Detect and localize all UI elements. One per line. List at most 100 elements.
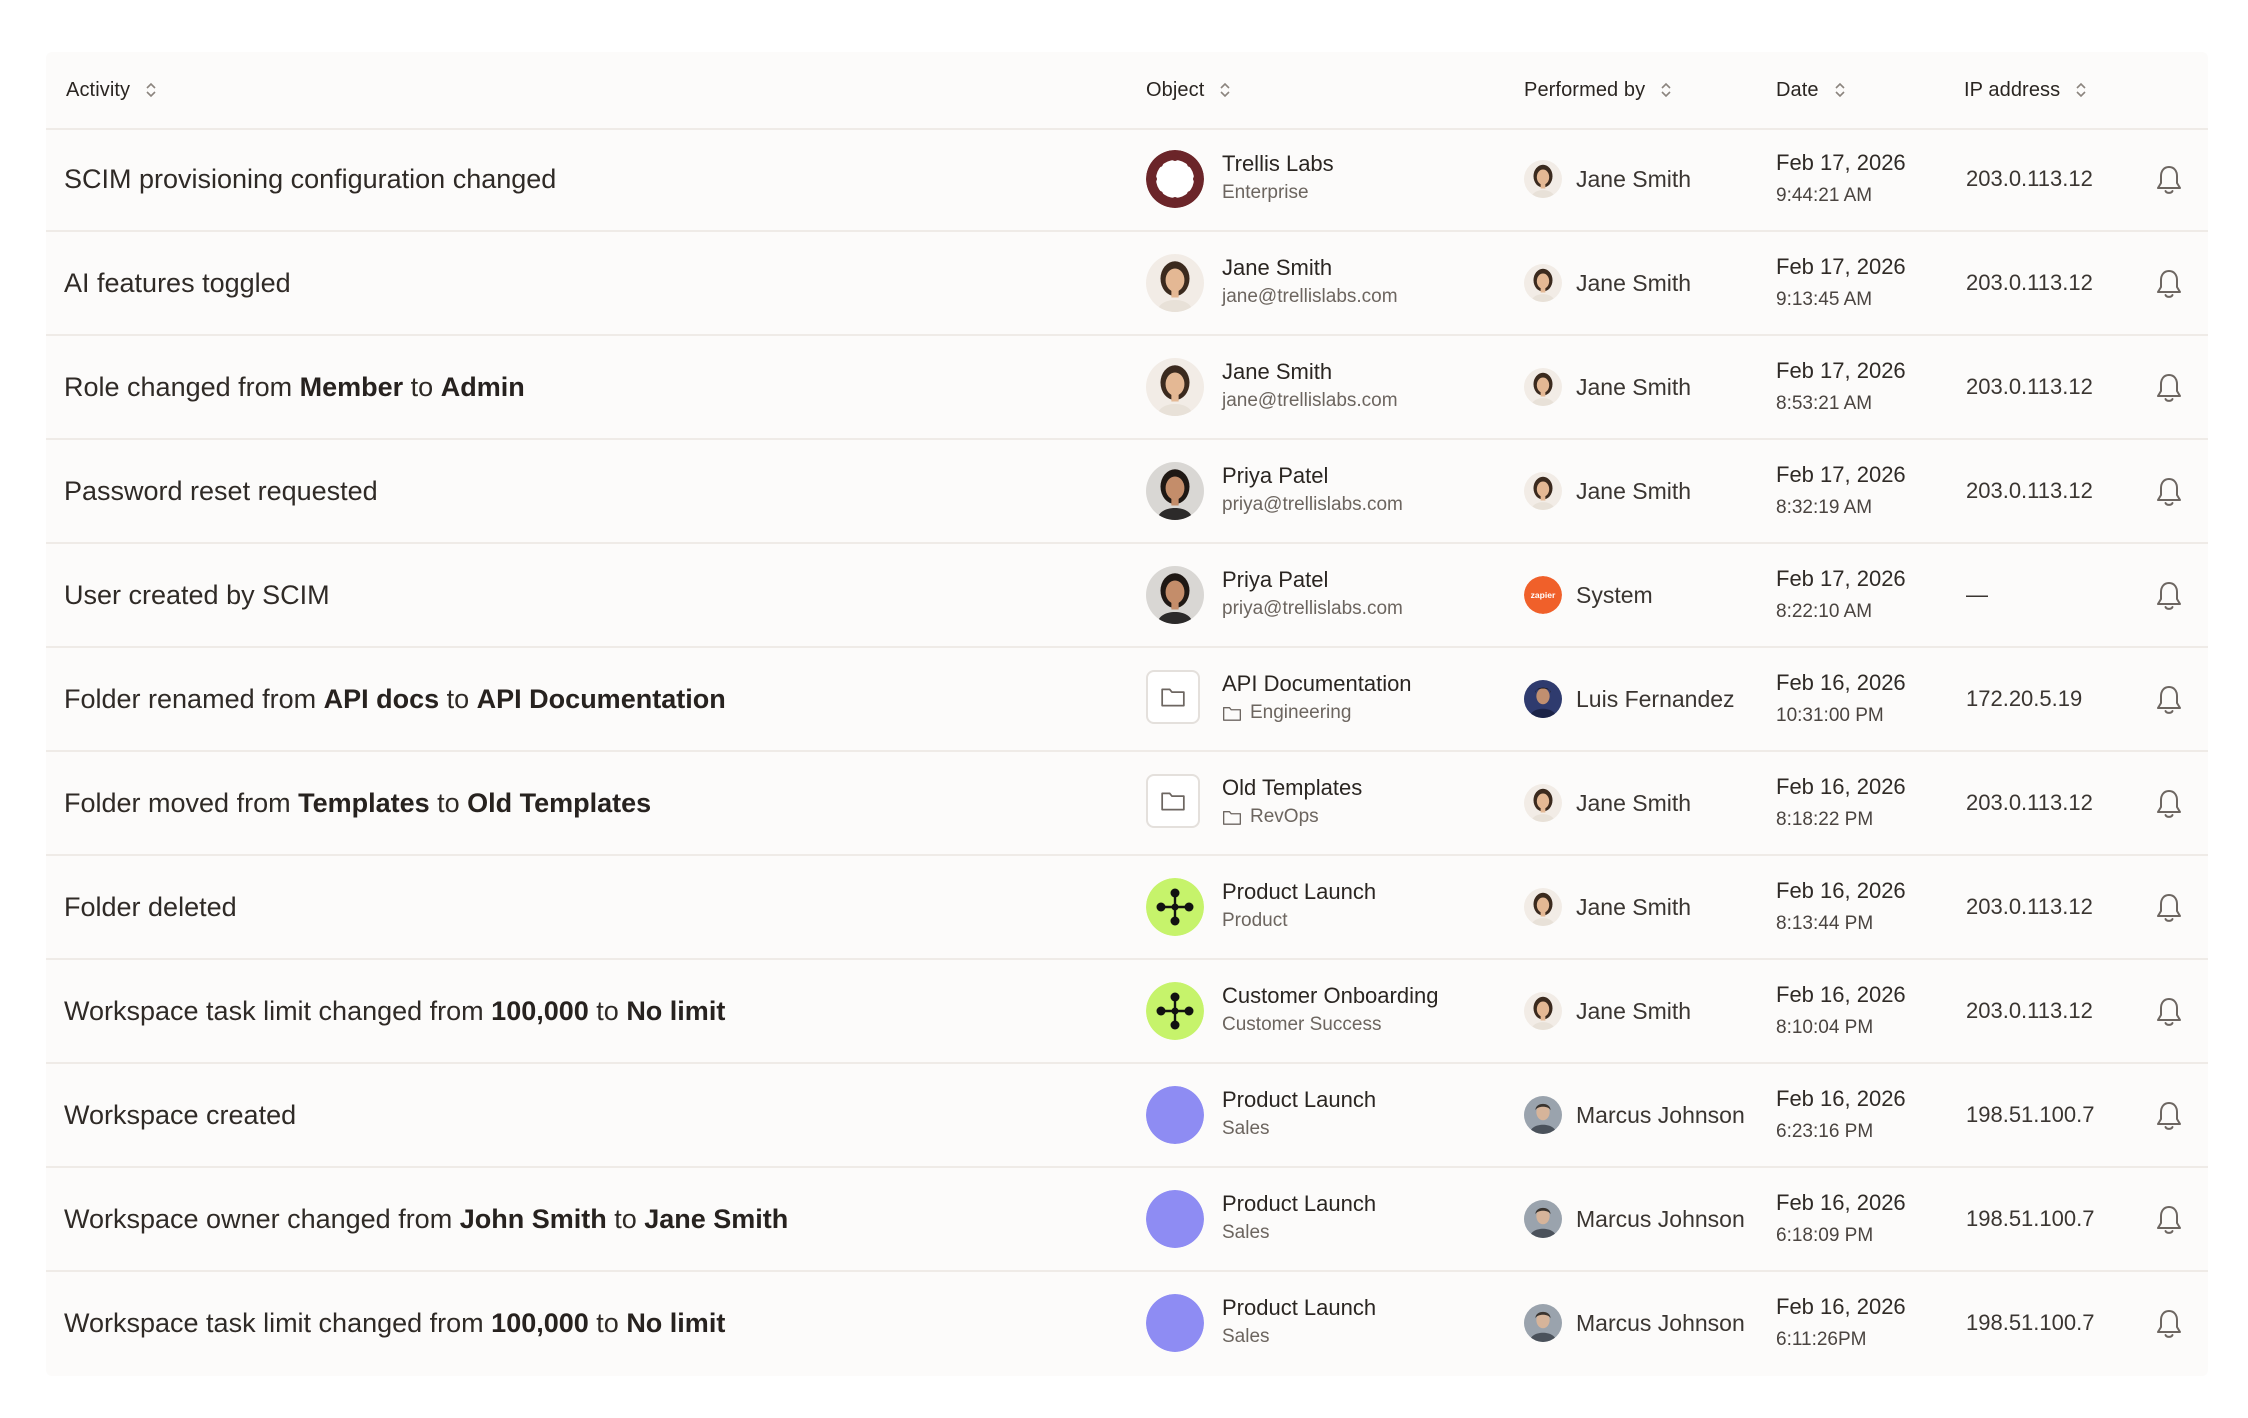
performer-name: Jane Smith (1576, 373, 1692, 400)
object-cell[interactable]: Product Launch Sales (1222, 1190, 1376, 1250)
table-row[interactable]: AI features toggled Jane Smith jane@trelli… (46, 232, 2208, 336)
object-cell[interactable]: Product Launch Product (1222, 878, 1376, 938)
sort-icon[interactable] (1659, 80, 1673, 100)
bell-icon[interactable] (2154, 268, 2184, 300)
performer-name: Jane Smith (1576, 789, 1692, 816)
table-row[interactable]: User created by SCIM Priya Patel priya@tre… (46, 544, 2208, 648)
object-title: Product Launch (1222, 879, 1377, 904)
object-cell[interactable]: Trellis Labs Enterprise (1222, 150, 1334, 210)
object-cell[interactable]: Customer Onboarding Customer Success (1222, 982, 1438, 1042)
column-header-activity[interactable]: Activity (66, 74, 158, 106)
activity-fragment: Workspace task limit changed from (64, 995, 492, 1026)
performer-avatar (1524, 784, 1562, 822)
table-row[interactable]: Role changed from Member to Admin Jane Sm… (46, 336, 2208, 440)
activity-text: Folder moved from Templates to Old Templ… (64, 752, 651, 854)
sort-icon[interactable] (2074, 80, 2088, 100)
performed-by-cell[interactable]: Jane Smith (1524, 232, 1691, 334)
bell-icon[interactable] (2154, 164, 2184, 196)
performed-by-cell[interactable]: Jane Smith (1524, 336, 1691, 438)
performed-by-cell[interactable]: Jane Smith (1524, 752, 1691, 854)
sort-icon[interactable] (1218, 80, 1232, 100)
table-row[interactable]: SCIM provisioning configuration changed T… (46, 128, 2208, 232)
activity-value: 100,000 (491, 995, 589, 1026)
object-avatar (1146, 254, 1204, 312)
bell-icon[interactable] (2154, 476, 2184, 508)
bell-icon[interactable] (2154, 1308, 2184, 1340)
table-row[interactable]: Folder renamed from API docs to API Docu… (46, 648, 2208, 752)
performed-by-cell[interactable]: Luis Fernandez (1524, 648, 1735, 750)
performer-name: System (1576, 581, 1653, 608)
activity-fragment: to (439, 683, 477, 714)
activity-text: User created by SCIM (64, 544, 330, 646)
ip-address: 198.51.100.7 (1966, 1206, 2095, 1231)
object-subtitle-text: Sales (1222, 1118, 1270, 1139)
performed-by-cell[interactable]: Jane Smith (1524, 128, 1691, 230)
object-cell[interactable]: Priya Patel priya@trellislabs.com (1222, 462, 1403, 522)
performed-by-cell[interactable]: Marcus Johnson (1524, 1064, 1745, 1166)
bell-icon[interactable] (2154, 372, 2184, 404)
table-row[interactable]: Password reset requested Priya Patel priya… (46, 440, 2208, 544)
object-cell[interactable]: Old Templates RevOps (1222, 774, 1362, 834)
bell-icon[interactable] (2154, 684, 2184, 716)
object-title: Old Templates (1222, 775, 1363, 800)
table-row[interactable]: Folder deleted Product Launch Product Jane … (46, 856, 2208, 960)
object-subtitle-text: Enterprise (1222, 182, 1309, 203)
performer-avatar (1524, 1096, 1562, 1134)
sort-icon[interactable] (1833, 80, 1847, 100)
bell-icon[interactable] (2154, 892, 2184, 924)
sort-icon[interactable] (144, 80, 158, 100)
bell-icon[interactable] (2154, 1100, 2184, 1132)
table-row[interactable]: Workspace created Product Launch Sales Marc… (46, 1064, 2208, 1168)
time-text: 8:10:04 PM (1776, 1017, 1874, 1038)
date-cell: Feb 16, 2026 10:31:00 PM (1776, 668, 1906, 734)
bell-icon[interactable] (2154, 1204, 2184, 1236)
folder-icon (1146, 670, 1204, 728)
bell-icon[interactable] (2154, 996, 2184, 1028)
object-subtitle: jane@trellislabs.com (1222, 386, 1398, 416)
performed-by-cell[interactable]: zapier System (1524, 544, 1653, 646)
object-cell[interactable]: Product Launch Sales (1222, 1294, 1376, 1354)
activity-value: No limit (626, 995, 726, 1026)
date-text: Feb 17, 2026 (1776, 150, 1906, 175)
performed-by-cell[interactable]: Marcus Johnson (1524, 1168, 1745, 1270)
ip-address: 203.0.113.12 (1966, 894, 2093, 919)
table-row[interactable]: Workspace task limit changed from 100,00… (46, 960, 2208, 1064)
column-header-date[interactable]: Date (1776, 74, 1847, 106)
performed-by-cell[interactable]: Jane Smith (1524, 440, 1691, 542)
table-row[interactable]: Workspace owner changed from John Smith … (46, 1168, 2208, 1272)
workspace-dot-icon (1146, 1086, 1204, 1144)
ip-address: 203.0.113.12 (1966, 478, 2093, 503)
object-cell[interactable]: API Documentation Engineering (1222, 670, 1412, 730)
date-cell: Feb 16, 2026 6:18:09 PM (1776, 1188, 1906, 1254)
column-header-ip-address[interactable]: IP address (1964, 74, 2088, 106)
activity-fragment: Folder moved from (64, 787, 299, 818)
object-cell[interactable]: Priya Patel priya@trellislabs.com (1222, 566, 1403, 626)
table-row[interactable]: Workspace task limit changed from 100,00… (46, 1272, 2208, 1374)
date-cell: Feb 16, 2026 8:18:22 PM (1776, 772, 1906, 838)
bell-icon[interactable] (2154, 580, 2184, 612)
object-cell[interactable]: Jane Smith jane@trellislabs.com (1222, 254, 1398, 314)
activity-text: AI features toggled (64, 232, 291, 334)
activity-fragment: Role changed from (64, 371, 300, 402)
time-text: 8:18:22 PM (1776, 809, 1874, 830)
performer-name: Jane Smith (1576, 997, 1692, 1024)
activity-text: SCIM provisioning configuration changed (64, 128, 556, 230)
activity-value: API Documentation (476, 683, 726, 714)
date-cell: Feb 16, 2026 6:11:26PM (1776, 1292, 1906, 1358)
date-text: Feb 17, 2026 (1776, 254, 1906, 279)
bell-icon[interactable] (2154, 788, 2184, 820)
workflow-icon (1146, 878, 1204, 936)
activity-fragment: to (588, 1307, 627, 1338)
performed-by-cell[interactable]: Jane Smith (1524, 856, 1691, 958)
column-header-object[interactable]: Object (1146, 74, 1232, 106)
date-text: Feb 17, 2026 (1776, 566, 1906, 591)
date-text: Feb 16, 2026 (1776, 1294, 1906, 1319)
table-row[interactable]: Folder moved from Templates to Old Templ… (46, 752, 2208, 856)
object-cell[interactable]: Jane Smith jane@trellislabs.com (1222, 358, 1398, 418)
column-header-performed-by[interactable]: Performed by (1524, 74, 1673, 106)
object-title: Jane Smith (1222, 359, 1333, 384)
performed-by-cell[interactable]: Jane Smith (1524, 960, 1691, 1062)
performed-by-cell[interactable]: Marcus Johnson (1524, 1272, 1745, 1374)
object-cell[interactable]: Product Launch Sales (1222, 1086, 1376, 1146)
performer-name: Jane Smith (1576, 165, 1692, 192)
